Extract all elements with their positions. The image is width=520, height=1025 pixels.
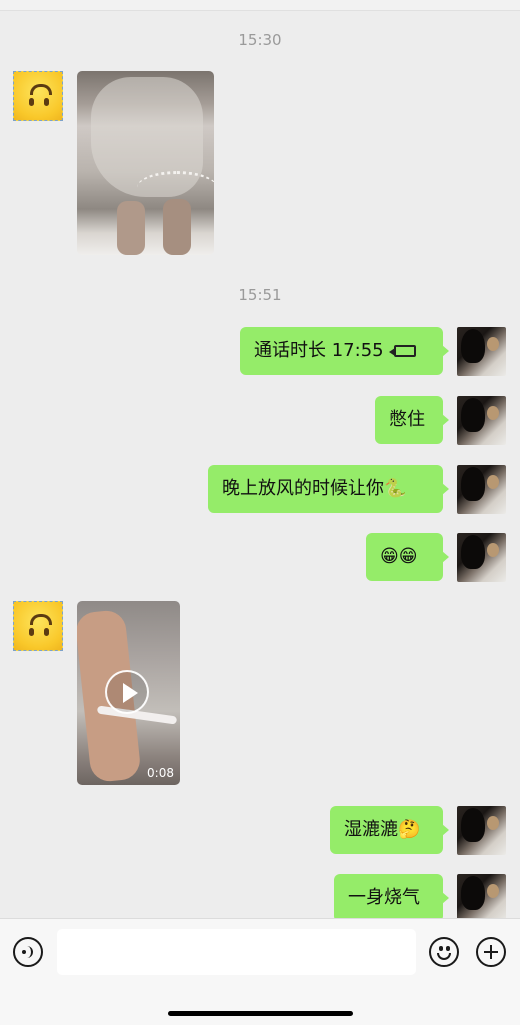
my-avatar[interactable] <box>457 465 506 514</box>
timestamp: 15:30 <box>238 31 282 49</box>
call-duration-message[interactable]: 通话时长 17:55 <box>240 327 449 375</box>
top-divider <box>0 0 520 11</box>
upside-down-face-icon <box>14 72 62 120</box>
emoji-icon[interactable] <box>429 937 459 967</box>
video-call-icon <box>388 345 416 357</box>
chat-message[interactable]: 憋住 <box>375 396 449 444</box>
upside-down-face-icon <box>14 602 62 650</box>
timestamp: 15:51 <box>238 286 282 304</box>
chat-message[interactable]: 晚上放风的时候让你🐍 <box>208 465 449 513</box>
my-avatar[interactable] <box>457 806 506 855</box>
my-avatar[interactable] <box>457 396 506 445</box>
video-message[interactable]: 0:08 <box>77 601 180 785</box>
contact-avatar[interactable] <box>13 71 63 121</box>
call-duration-label: 通话时长 17:55 <box>254 340 384 361</box>
chat-message[interactable]: 一身烧气 <box>334 874 449 922</box>
video-duration: 0:08 <box>147 766 174 780</box>
play-icon[interactable] <box>105 670 149 714</box>
plus-icon[interactable] <box>476 937 506 967</box>
my-avatar[interactable] <box>457 533 506 582</box>
image-message[interactable] <box>77 71 214 255</box>
message-input[interactable] <box>57 929 416 975</box>
chat-message[interactable]: 😁😁 <box>366 533 449 581</box>
chat-message[interactable]: 湿漉漉🤔 <box>330 806 449 854</box>
home-indicator <box>168 1011 353 1016</box>
contact-avatar[interactable] <box>13 601 63 651</box>
my-avatar[interactable] <box>457 874 506 923</box>
input-toolbar <box>0 918 520 1025</box>
my-avatar[interactable] <box>457 327 506 376</box>
voice-input-icon[interactable] <box>13 937 43 967</box>
